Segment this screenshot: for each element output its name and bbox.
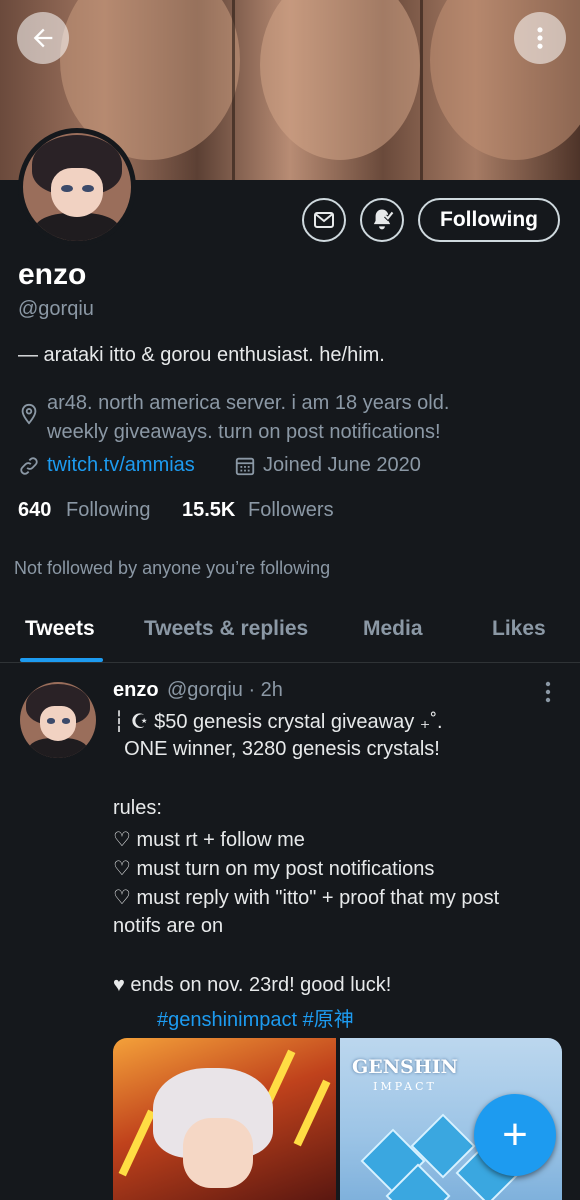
- avatar-image: [20, 682, 96, 758]
- genshin-logo-subtext: IMPACT: [373, 1080, 437, 1093]
- profile-avatar[interactable]: [18, 128, 136, 246]
- tab-tweets[interactable]: Tweets: [25, 617, 95, 641]
- following-label[interactable]: Following: [66, 499, 150, 522]
- tab-tweets-replies[interactable]: Tweets & replies: [144, 617, 308, 641]
- avatar-image: [23, 133, 131, 241]
- tweet-text-line: rules:: [113, 797, 162, 819]
- link-icon: [20, 457, 38, 475]
- calendar-icon: [235, 457, 255, 476]
- tweet-author-avatar[interactable]: [20, 682, 96, 758]
- bell-check-icon: [373, 209, 395, 230]
- tweet-text-line: ♡ must reply with "itto" + proof that my…: [113, 887, 500, 909]
- location-line: weekly giveaways. turn on post notificat…: [47, 421, 441, 443]
- tweet-text-line: ♥ ends on nov. 23rd! good luck!: [113, 974, 392, 996]
- tweet-more-icon[interactable]: [538, 680, 558, 704]
- notifications-button[interactable]: [360, 198, 404, 242]
- tabs-divider: [0, 662, 580, 663]
- tweet-text-line: ┆ ☪ $50 genesis crystal giveaway ₊˚.: [113, 711, 443, 733]
- following-count[interactable]: 640: [18, 499, 51, 522]
- banner-photo-face: [260, 0, 420, 160]
- profile-name: enzo: [18, 258, 87, 291]
- followers-label[interactable]: Followers: [248, 499, 334, 522]
- profile-website-link[interactable]: twitch.tv/ammias: [47, 454, 195, 477]
- genshin-logo-text: GENSHIN: [351, 1056, 458, 1078]
- location-line: ar48. north america server. i am 18 year…: [47, 392, 450, 414]
- profile-bio: — arataki itto & gorou enthusiast. he/hi…: [18, 344, 385, 366]
- location-pin-icon: [21, 403, 37, 425]
- message-button[interactable]: [302, 198, 346, 242]
- arrow-left-icon: [33, 28, 53, 48]
- followers-count[interactable]: 15.5K: [182, 499, 235, 522]
- tweet-text-line: notifs are on: [113, 915, 224, 937]
- profile-location: ar48. north america server. i am 18 year…: [47, 389, 567, 447]
- tweet-text-line: ♡ must rt + follow me: [113, 829, 305, 851]
- tab-media[interactable]: Media: [363, 617, 423, 641]
- compose-tweet-button[interactable]: +: [474, 1094, 556, 1176]
- more-vertical-icon: [537, 27, 543, 49]
- tweet-hashtags[interactable]: #genshinimpact #原神: [157, 1003, 354, 1032]
- banner-divider: [232, 0, 235, 180]
- tweet-text-line: ONE winner, 3280 genesis crystals!: [113, 738, 440, 760]
- tweet-media-image-itto[interactable]: [113, 1038, 336, 1200]
- envelope-icon: [314, 212, 334, 228]
- profile-joined-date: Joined June 2020: [263, 454, 421, 476]
- back-button[interactable]: [17, 12, 69, 64]
- profile-handle: @gorqiu: [18, 298, 94, 320]
- tweet-text-line: ♡ must turn on my post notifications: [113, 858, 435, 880]
- tweet-author-name[interactable]: enzo: [113, 679, 159, 702]
- not-followed-notice: Not followed by anyone you’re following: [14, 558, 331, 578]
- following-button[interactable]: Following: [418, 198, 560, 242]
- tab-likes[interactable]: Likes: [492, 617, 546, 641]
- tweet-author-meta: @gorqiu · 2h: [167, 679, 283, 701]
- more-options-button[interactable]: [514, 12, 566, 64]
- banner-divider: [420, 0, 423, 180]
